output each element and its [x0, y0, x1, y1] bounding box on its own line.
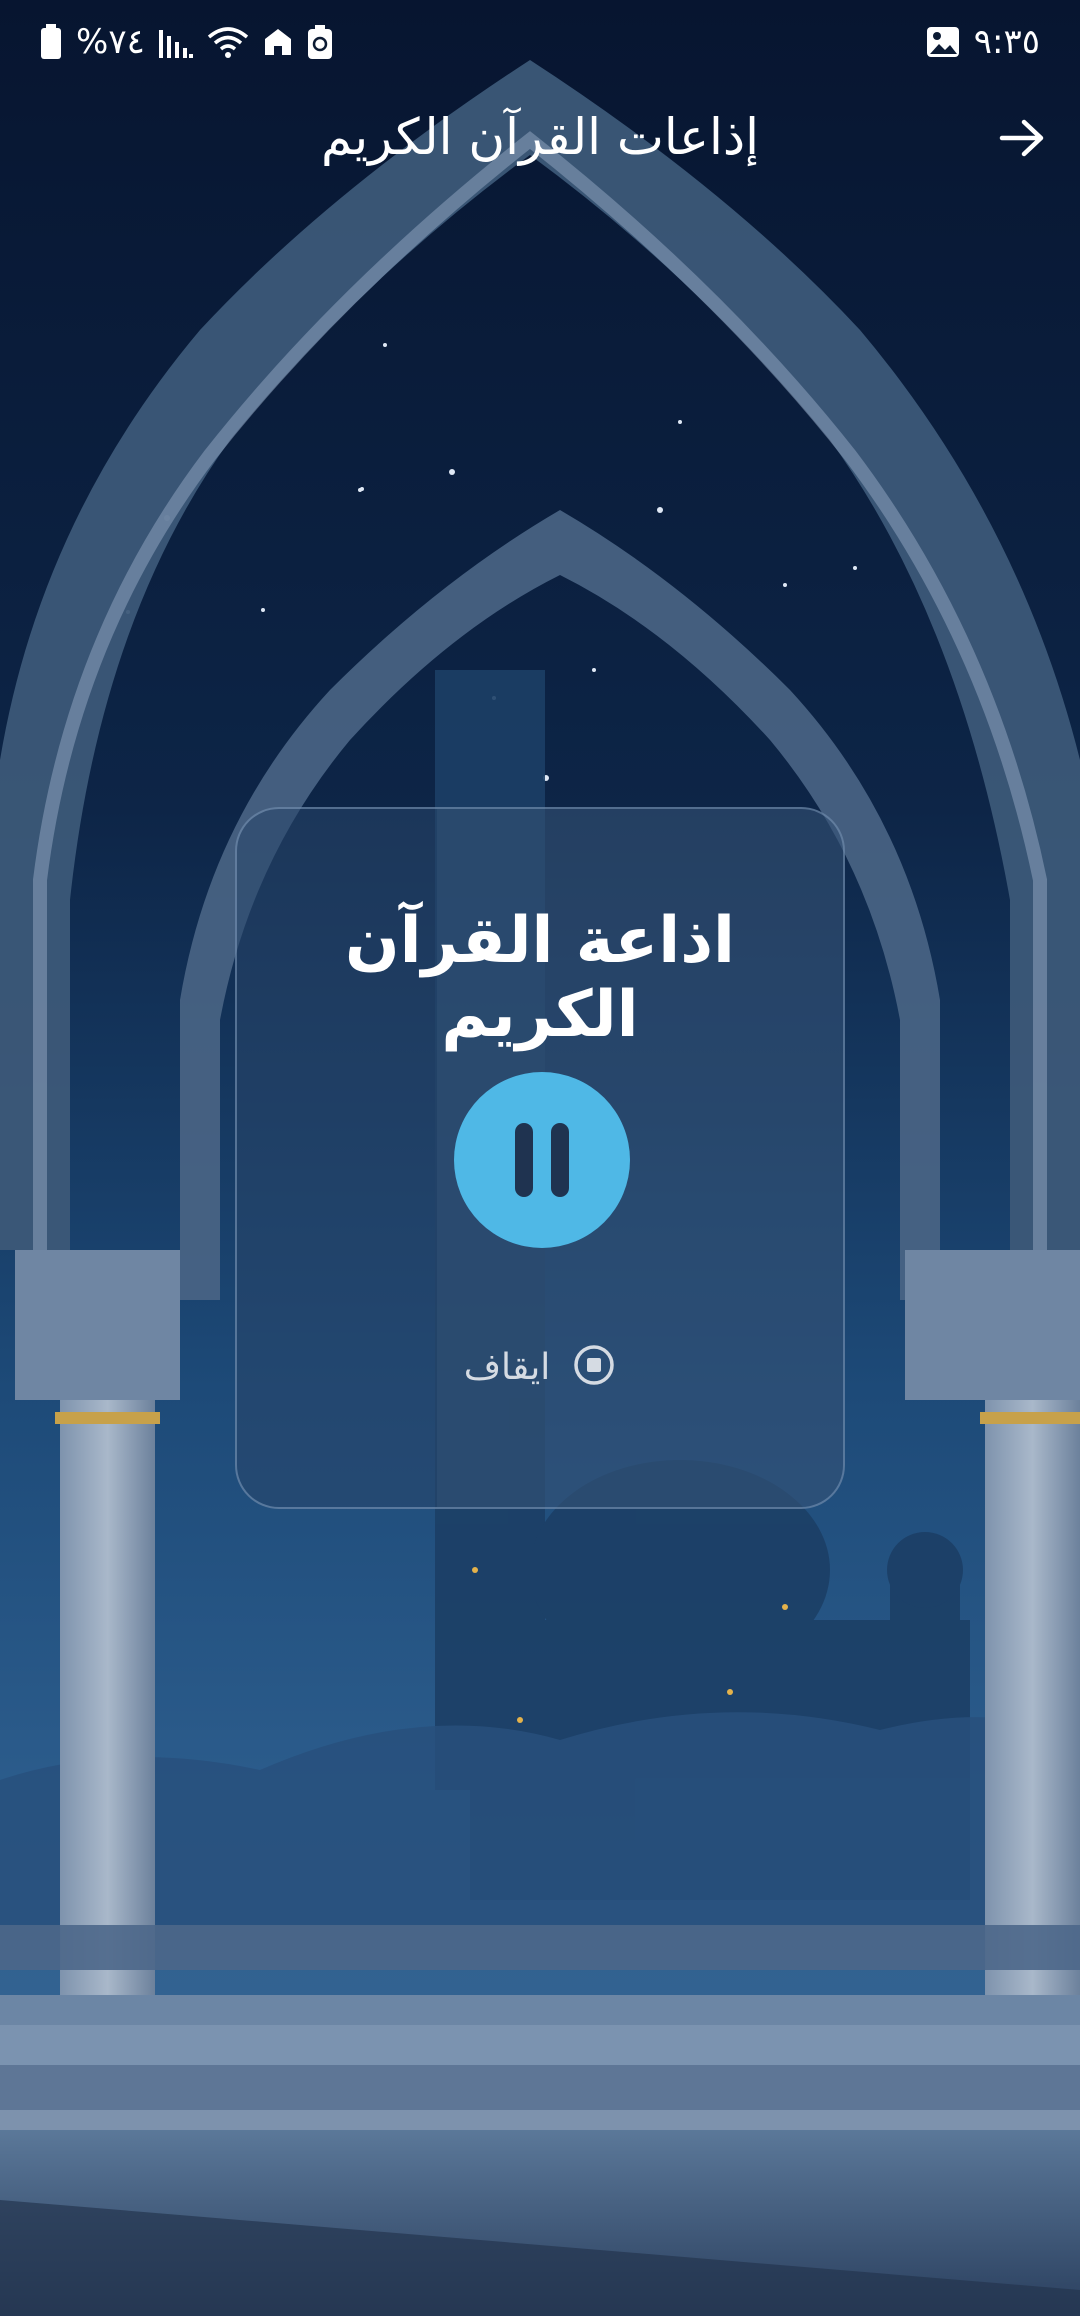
- stop-button[interactable]: ايقاف: [237, 1343, 843, 1391]
- wifi-icon: [207, 25, 249, 59]
- recycle-icon: [307, 25, 333, 59]
- top-app-bar: إذاعات القرآن الكريم: [0, 90, 1080, 190]
- page-title: إذاعات القرآن الكريم: [320, 108, 760, 166]
- battery-percent: %٧٤: [76, 22, 145, 62]
- battery-icon: [40, 24, 62, 60]
- status-icons-left: %٧٤: [40, 22, 333, 62]
- arrow-right-icon: [998, 118, 1046, 162]
- status-time: ٩:٣٥: [973, 22, 1040, 62]
- station-title: اذاعة القرآن الكريم: [345, 904, 735, 1052]
- player-card: اذاعة القرآن الكريم ايقاف: [235, 807, 845, 1509]
- back-button[interactable]: [990, 108, 1054, 172]
- signal-icon: [158, 26, 193, 58]
- status-bar: %٧٤ ٩:٣٥: [0, 0, 1080, 84]
- status-icons-right: ٩:٣٥: [926, 22, 1040, 62]
- pause-icon: [506, 1123, 578, 1197]
- pause-button[interactable]: [454, 1072, 630, 1248]
- home-icon: [263, 27, 293, 57]
- stop-icon: [572, 1343, 616, 1391]
- stop-label: ايقاف: [463, 1346, 551, 1388]
- gallery-icon: [926, 26, 960, 58]
